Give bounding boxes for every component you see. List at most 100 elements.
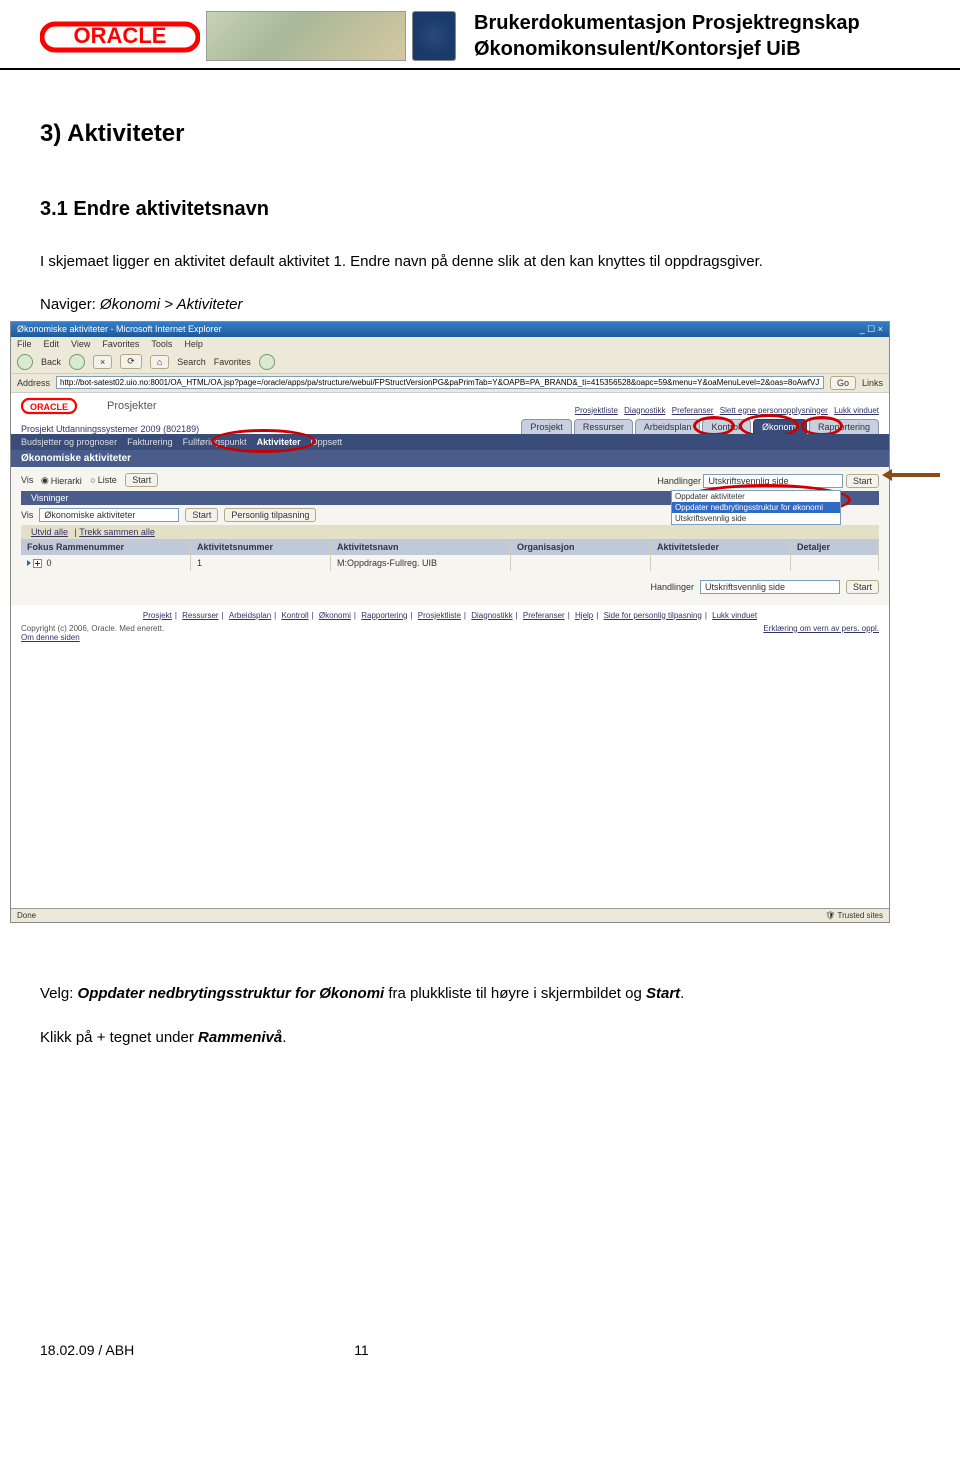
- flink-prosjekt[interactable]: Prosjekt: [143, 611, 172, 620]
- browser-titlebar: Økonomiske aktiviteter - Microsoft Inter…: [11, 322, 889, 337]
- th-rammenummer: Fokus Rammenummer: [21, 539, 191, 555]
- vis-select[interactable]: Økonomiske aktiviteter: [39, 508, 179, 522]
- start-button-4[interactable]: Start: [846, 580, 879, 594]
- section-title: Økonomiske aktiviteter: [11, 450, 889, 467]
- browser-statusbar: Done 🛡 Trusted sites: [11, 908, 889, 922]
- instruction-2: Velg: Oppdater nedbrytingsstruktur for Ø…: [40, 983, 920, 1006]
- status-trusted: 🛡 Trusted sites: [825, 911, 883, 920]
- menu-help[interactable]: Help: [184, 339, 203, 349]
- section-body: Vis ◉ Hierarki ○ Liste Start Handlinger …: [11, 467, 889, 605]
- app-footer: Prosjekt| Ressurser| Arbeidsplan| Kontro…: [11, 605, 889, 648]
- option-3[interactable]: Utskriftsvennlig side: [672, 513, 840, 524]
- go-button[interactable]: Go: [830, 376, 856, 390]
- privacy-link[interactable]: Erklæring om vern av pers. oppl.: [763, 624, 879, 642]
- utvid-alle-link[interactable]: Utvid alle: [31, 527, 68, 537]
- stop-button[interactable]: ×: [93, 355, 112, 369]
- subtab-budsjetter[interactable]: Budsjetter og prognoser: [21, 437, 117, 447]
- home-button[interactable]: ⌂: [150, 355, 169, 369]
- subtab-fullforing[interactable]: Fullføringspunkt: [183, 437, 247, 447]
- callout-arrow-icon: [882, 469, 940, 481]
- footer-links: Prosjekt| Ressurser| Arbeidsplan| Kontro…: [21, 611, 879, 620]
- flink-rapportering[interactable]: Rapportering: [361, 611, 407, 620]
- flink-arbeidsplan[interactable]: Arbeidsplan: [229, 611, 271, 620]
- back-label[interactable]: Back: [41, 357, 61, 367]
- flink-lukk[interactable]: Lukk vinduet: [712, 611, 757, 620]
- flink-personlig[interactable]: Side for personlig tilpasning: [604, 611, 702, 620]
- expand-icon[interactable]: [33, 559, 42, 568]
- flink-kontroll[interactable]: Kontroll: [281, 611, 308, 620]
- p3-end: .: [282, 1029, 286, 1046]
- handlinger-select[interactable]: Utskriftsvennlig side: [703, 474, 843, 488]
- nav-path: Økonomi > Aktiviteter: [100, 296, 242, 313]
- p2-bold: Start: [646, 985, 680, 1002]
- address-bar: Address Go Links: [11, 374, 889, 393]
- links-label[interactable]: Links: [862, 378, 883, 388]
- link-prosjektliste[interactable]: Prosjektliste: [575, 406, 618, 415]
- flink-hjelp[interactable]: Hjelp: [575, 611, 593, 620]
- option-1[interactable]: Oppdater aktiviteter: [672, 491, 840, 502]
- radio-liste[interactable]: ○ Liste: [90, 475, 116, 485]
- project-name: Prosjekt Utdanningssystemer 2009 (802189…: [21, 424, 199, 434]
- cell-organisasjon: [511, 555, 651, 571]
- start-button-1[interactable]: Start: [125, 473, 158, 487]
- option-2[interactable]: Oppdater nedbrytingsstruktur for økonomi: [672, 502, 840, 513]
- personlig-button[interactable]: Personlig tilpasning: [224, 508, 316, 522]
- menu-tools[interactable]: Tools: [151, 339, 172, 349]
- subtab-oppsett[interactable]: Oppsett: [311, 437, 343, 447]
- intro-paragraph: I skjemaet ligger en aktivitet default a…: [40, 251, 920, 274]
- browser-menubar[interactable]: File Edit View Favorites Tools Help: [11, 337, 889, 351]
- nav-prefix: Naviger:: [40, 296, 100, 313]
- svg-text:ORACLE: ORACLE: [30, 402, 68, 412]
- tab-ressurser[interactable]: Ressurser: [574, 419, 633, 434]
- table-row[interactable]: 0 1 M:Oppdrags-Fullreg. UIB: [21, 555, 879, 571]
- link-diagnostikk[interactable]: Diagnostikk: [624, 406, 665, 415]
- handlinger-label-2: Handlinger: [650, 582, 694, 592]
- copyright: Copyright (c) 2006, Oracle. Med enerett.: [21, 624, 164, 633]
- favorites-label[interactable]: Favorites: [214, 357, 251, 367]
- cell-rammenummer: 0: [21, 555, 191, 571]
- focus-icon[interactable]: [27, 560, 31, 566]
- trekk-sammen-link[interactable]: Trekk sammen alle: [79, 527, 155, 537]
- p2-prefix: Velg:: [40, 985, 78, 1002]
- subtab-aktiviteter[interactable]: Aktiviteter: [257, 437, 301, 447]
- radio-hierarki[interactable]: ◉ Hierarki: [41, 475, 82, 486]
- th-organisasjon: Organisasjon: [511, 539, 651, 555]
- tab-kontroll[interactable]: Kontroll: [702, 419, 751, 434]
- subtab-fakturering[interactable]: Fakturering: [127, 437, 173, 447]
- flink-diagnostikk[interactable]: Diagnostikk: [471, 611, 512, 620]
- start-button-3[interactable]: Start: [185, 508, 218, 522]
- refresh-button[interactable]: ⟳: [120, 354, 142, 369]
- flink-ressurser[interactable]: Ressurser: [182, 611, 218, 620]
- tab-rapportering[interactable]: Rapportering: [809, 419, 879, 434]
- flink-okonomi[interactable]: Økonomi: [319, 611, 351, 620]
- uib-seal-icon: [412, 11, 456, 61]
- menu-file[interactable]: File: [17, 339, 32, 349]
- window-controls[interactable]: _ ☐ ×: [860, 324, 883, 335]
- back-icon[interactable]: [17, 354, 33, 370]
- tab-arbeidsplan[interactable]: Arbeidsplan: [635, 419, 701, 434]
- link-preferanser[interactable]: Preferanser: [672, 406, 714, 415]
- search-label[interactable]: Search: [177, 357, 206, 367]
- th-detaljer: Detaljer: [791, 539, 879, 555]
- page-footer: 18.02.09 / ABH 11: [0, 1332, 960, 1388]
- about-page-link[interactable]: Om denne siden: [21, 633, 164, 642]
- screenshot-wrapper: Økonomiske aktiviteter - Microsoft Inter…: [10, 321, 930, 923]
- tab-prosjekt[interactable]: Prosjekt: [521, 419, 572, 434]
- address-input[interactable]: [56, 376, 824, 389]
- flink-prosjektliste[interactable]: Prosjektliste: [418, 611, 461, 620]
- menu-view[interactable]: View: [71, 339, 90, 349]
- app-title: Prosjekter: [107, 400, 157, 412]
- header-title-line1: Brukerdokumentasjon Prosjektregnskap: [474, 10, 860, 36]
- start-button-2[interactable]: Start: [846, 474, 879, 488]
- handlinger-select-2[interactable]: Utskriftsvennlig side: [700, 580, 840, 594]
- flink-preferanser[interactable]: Preferanser: [523, 611, 565, 620]
- forward-icon[interactable]: [69, 354, 85, 370]
- menu-edit[interactable]: Edit: [44, 339, 60, 349]
- link-lukk[interactable]: Lukk vinduet: [834, 406, 879, 415]
- menu-favorites[interactable]: Favorites: [102, 339, 139, 349]
- tab-okonomi[interactable]: Økonomi: [753, 419, 807, 434]
- toolbar-extra-icon[interactable]: [259, 354, 275, 370]
- link-slett[interactable]: Slett egne personopplysninger: [720, 406, 828, 415]
- bottom-handlinger-row: Handlinger Utskriftsvennlig side Start: [21, 577, 879, 597]
- expand-collapse-bar: Utvid alle | Trekk sammen alle: [21, 525, 879, 539]
